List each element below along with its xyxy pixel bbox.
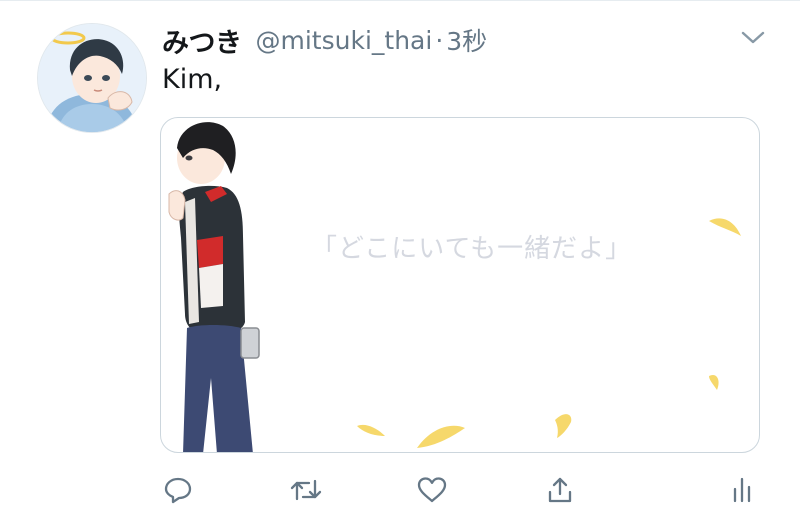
chevron-down-icon [741,31,765,44]
tweet-text: Kim, [162,64,223,95]
retweet-icon [290,479,322,501]
analytics-icon [733,477,751,503]
display-name[interactable]: みつき [162,21,242,60]
media-overlay-text: 「どこにいても一緒だよ」 [311,234,633,264]
like-button[interactable] [410,468,454,512]
tweet-header: みつき @mitsuki_thai · 3秒 [162,20,487,60]
reply-icon [164,477,192,504]
media-card[interactable]: 「どこにいても一緒だよ」 [160,117,760,453]
avatar[interactable] [38,24,146,132]
top-divider [0,0,800,1]
analytics-button[interactable] [720,468,764,512]
like-icon [417,477,447,503]
avatar-illustration [38,24,146,132]
more-options-button[interactable] [738,28,768,48]
handle[interactable]: @mitsuki_thai [256,26,433,55]
media-illustration [168,122,741,452]
separator-dot: · [435,25,444,55]
retweet-button[interactable] [284,468,328,512]
tweet-actions [0,468,800,512]
reply-button[interactable] [156,468,200,512]
share-button[interactable] [538,468,582,512]
timestamp[interactable]: 3秒 [446,22,487,58]
share-icon [548,477,572,503]
